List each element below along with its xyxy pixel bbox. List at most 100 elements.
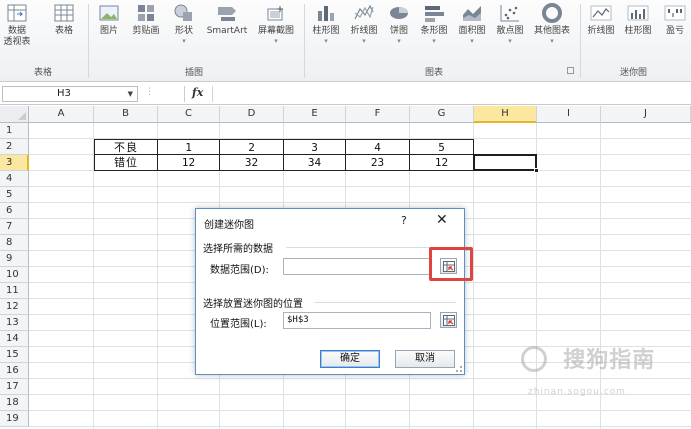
- help-icon[interactable]: ?: [401, 214, 407, 227]
- sparkline-winloss-icon: [664, 5, 686, 21]
- watermark-title: 搜狗指南: [563, 348, 656, 373]
- pie-chart-button[interactable]: 饼图 ▾: [386, 0, 412, 62]
- column-header-g[interactable]: G: [410, 106, 474, 123]
- location-range-collapse-button[interactable]: [440, 312, 457, 328]
- table-cell[interactable]: 1: [158, 139, 220, 155]
- row-header-9[interactable]: 9: [0, 251, 29, 267]
- name-box-value: H3: [57, 88, 71, 99]
- table-cell[interactable]: 错位: [94, 155, 158, 171]
- screenshot-icon: [267, 6, 283, 21]
- smartart-button[interactable]: SmartArt: [204, 0, 250, 62]
- bar-chart-button[interactable]: 条形图 ▾: [416, 0, 452, 62]
- table-cell[interactable]: 3: [284, 139, 346, 155]
- table-cell[interactable]: 12: [158, 155, 220, 171]
- group-label-charts: 图表: [425, 68, 444, 78]
- table-cell[interactable]: 不良: [94, 139, 158, 155]
- column-header-c[interactable]: C: [158, 106, 220, 123]
- column-header-e[interactable]: E: [284, 106, 346, 123]
- shapes-button[interactable]: 形状 ▾: [170, 0, 198, 62]
- column-header-h[interactable]: H: [474, 106, 537, 123]
- row-header-7[interactable]: 7: [0, 219, 29, 235]
- column-chart-label: 柱形图: [312, 26, 340, 36]
- line-chart-button[interactable]: 折线图 ▾: [346, 0, 382, 62]
- row-header-4[interactable]: 4: [0, 171, 29, 187]
- column-header-f[interactable]: F: [346, 106, 410, 123]
- column-header-a[interactable]: A: [29, 106, 94, 123]
- formula-bar-handle[interactable]: ⋮: [145, 87, 154, 97]
- pie-chart-label: 饼图: [389, 26, 408, 36]
- row-header-10[interactable]: 10: [0, 267, 29, 283]
- area-chart-label: 面积图: [458, 26, 486, 36]
- row-header-18[interactable]: 18: [0, 395, 29, 411]
- row-header-19[interactable]: 19: [0, 411, 29, 427]
- table-cell[interactable]: 4: [346, 139, 410, 155]
- dialog-title: 创建迷你图: [204, 220, 254, 231]
- row-header-12[interactable]: 12: [0, 299, 29, 315]
- sparkline-line-button[interactable]: 折线图: [584, 0, 618, 62]
- table-cell[interactable]: 32: [220, 155, 284, 171]
- pivot-table-button[interactable]: 数据 透视表: [2, 0, 32, 62]
- row-header-14[interactable]: 14: [0, 331, 29, 347]
- excel-window: 数据 透视表 表格 图片 剪贴画 形状 ▾ SmartArt 屏幕截图 ▾ 柱形…: [0, 0, 691, 429]
- ok-button[interactable]: 确定: [320, 350, 380, 368]
- insert-function-icon[interactable]: fx: [192, 86, 203, 99]
- row-header-8[interactable]: 8: [0, 235, 29, 251]
- picture-button[interactable]: 图片: [96, 0, 122, 62]
- ribbon-separator: [580, 4, 581, 78]
- row-header-3[interactable]: 3: [0, 155, 29, 171]
- picture-label: 图片: [99, 26, 118, 36]
- row-header-1[interactable]: 1: [0, 123, 29, 139]
- watermark-text: 搜狗指南: [520, 342, 655, 374]
- column-header-i[interactable]: I: [537, 106, 601, 123]
- group-label-illustrations: 插图: [185, 68, 204, 78]
- resize-grip-icon[interactable]: [456, 366, 462, 372]
- location-range-input[interactable]: $H$3: [283, 312, 431, 329]
- row-header-5[interactable]: 5: [0, 187, 29, 203]
- chevron-down-icon: ▾: [397, 37, 401, 45]
- sparkline-column-button[interactable]: 柱形图: [620, 0, 656, 62]
- row-header-11[interactable]: 11: [0, 283, 29, 299]
- active-cell-h3[interactable]: [473, 154, 539, 173]
- row-header-16[interactable]: 16: [0, 363, 29, 379]
- row-header-6[interactable]: 6: [0, 203, 29, 219]
- row-header-13[interactable]: 13: [0, 315, 29, 331]
- row-header-2[interactable]: 2: [0, 139, 29, 155]
- data-range-input[interactable]: [283, 258, 431, 275]
- formula-bar: H3 ▼ ⋮ fx: [0, 83, 691, 105]
- column-header-j[interactable]: J: [601, 106, 691, 123]
- chevron-down-icon[interactable]: ▼: [128, 87, 133, 101]
- table-cell[interactable]: 2: [220, 139, 284, 155]
- area-chart-button[interactable]: 面积图 ▾: [454, 0, 490, 62]
- column-chart-icon: [318, 6, 334, 21]
- gridline-row: [29, 410, 691, 411]
- other-charts-button[interactable]: 其他图表 ▾: [530, 0, 574, 62]
- chevron-down-icon: ▾: [470, 37, 474, 45]
- formula-input[interactable]: [212, 86, 689, 102]
- column-header-b[interactable]: B: [94, 106, 158, 123]
- sparkline-winloss-button[interactable]: 盈亏: [660, 0, 690, 62]
- table-cell[interactable]: 23: [346, 155, 410, 171]
- watermark-url: zhinan.sogou.com: [528, 387, 626, 397]
- smartart-icon: [218, 7, 236, 21]
- screenshot-button[interactable]: 屏幕截图 ▾: [254, 0, 298, 62]
- fill-handle[interactable]: [534, 168, 539, 173]
- cancel-button[interactable]: 取消: [395, 350, 455, 368]
- chart-dialog-launcher[interactable]: [567, 67, 574, 74]
- column-header-d[interactable]: D: [220, 106, 284, 123]
- table-cell[interactable]: 12: [410, 155, 474, 171]
- clipart-button[interactable]: 剪贴画: [128, 0, 164, 62]
- line-chart-icon: [354, 4, 374, 20]
- table-cell[interactable]: 34: [284, 155, 346, 171]
- table-cell[interactable]: 5: [410, 139, 474, 155]
- select-all-button[interactable]: [0, 106, 29, 123]
- row-header-15[interactable]: 15: [0, 347, 29, 363]
- table-button[interactable]: 表格: [50, 0, 78, 62]
- gridline-col: [600, 123, 601, 429]
- name-box[interactable]: H3 ▼: [2, 86, 138, 102]
- column-chart-button[interactable]: 柱形图 ▾: [308, 0, 344, 62]
- scatter-chart-button[interactable]: 散点图 ▾: [492, 0, 528, 62]
- pie-chart-icon: [390, 7, 408, 19]
- close-icon[interactable]: ✕: [436, 212, 448, 228]
- row-header-17[interactable]: 17: [0, 379, 29, 395]
- bar-chart-label: 条形图: [420, 26, 448, 36]
